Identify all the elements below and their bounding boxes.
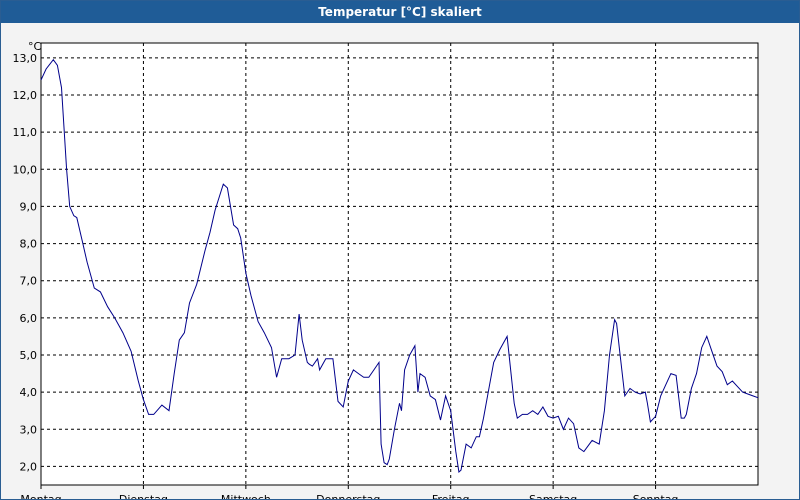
- y-tick-labels: 13,0 12,0 11,0 10,0 9,0 8,0 7,0 6,0 5,0 4,0 3,0 2,0: [13, 52, 38, 474]
- y-tick-label: 6,0: [20, 312, 38, 325]
- x-tick-day: Montag: [20, 493, 61, 499]
- x-tick-day: Samstag: [529, 493, 577, 499]
- temperature-chart: °C 13,012,011,010,09,08,07,06,05,04,03,0…: [13, 40, 759, 499]
- y-tick-label: 5,0: [20, 349, 38, 362]
- x-tick-labels: Montag02.01.12Dienstag03.01.12Mittwoch04…: [20, 485, 679, 499]
- y-tick-label: 3,0: [20, 423, 38, 436]
- y-tick-label: 9,0: [20, 200, 38, 213]
- x-tick-day: Donnerstag: [316, 493, 380, 499]
- chart-window: Temperatur [°C] skaliert °C 13,0 12,0 11,0…: [0, 0, 800, 500]
- window-title: Temperatur [°C] skaliert: [1, 1, 799, 23]
- y-tick-label: 11,0: [13, 126, 38, 139]
- y-tick-label: 13,0: [13, 52, 38, 65]
- y-tick-label: 8,0: [20, 238, 38, 251]
- y-tick-label: 2,0: [20, 460, 38, 473]
- x-tick-day: Dienstag: [119, 493, 168, 499]
- x-tick-day: Sonntag: [633, 493, 679, 499]
- y-tick-label: 10,0: [13, 163, 38, 176]
- plot-area: [40, 42, 759, 486]
- y-tick-label: 4,0: [20, 386, 38, 399]
- x-tick-day: Mittwoch: [221, 493, 271, 499]
- y-tick-label: 7,0: [20, 275, 38, 288]
- y-tick-label: 12,0: [13, 89, 38, 102]
- x-tick-day: Freitag: [432, 493, 470, 499]
